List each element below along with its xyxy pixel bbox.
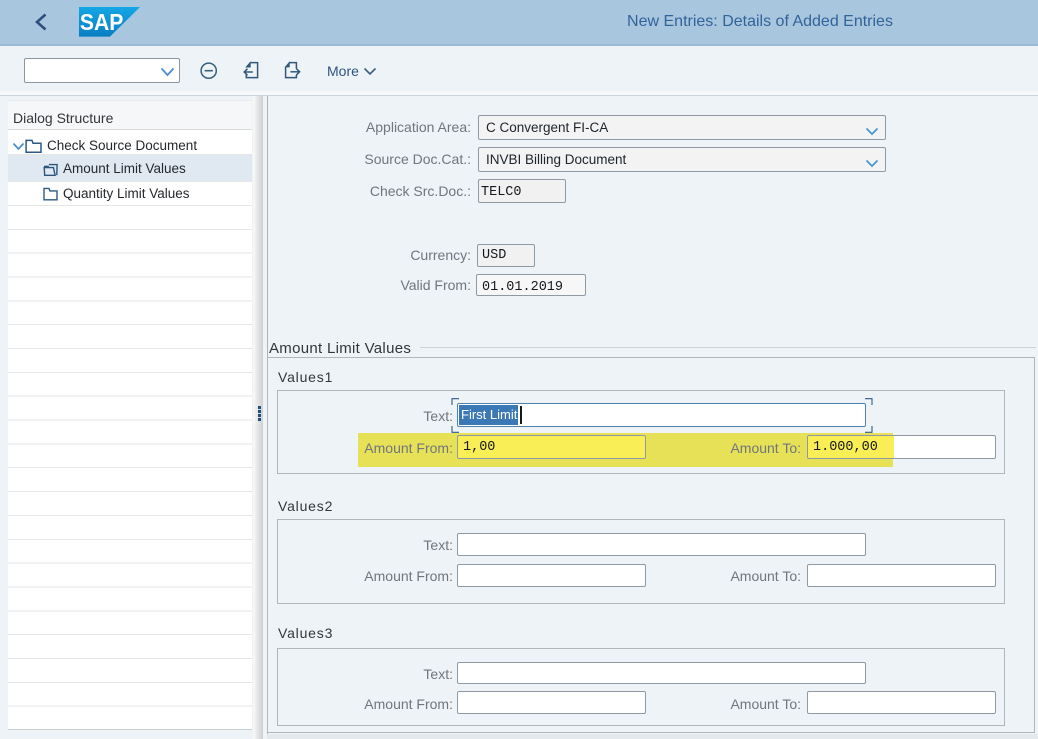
- svg-text:SAP: SAP: [80, 9, 123, 35]
